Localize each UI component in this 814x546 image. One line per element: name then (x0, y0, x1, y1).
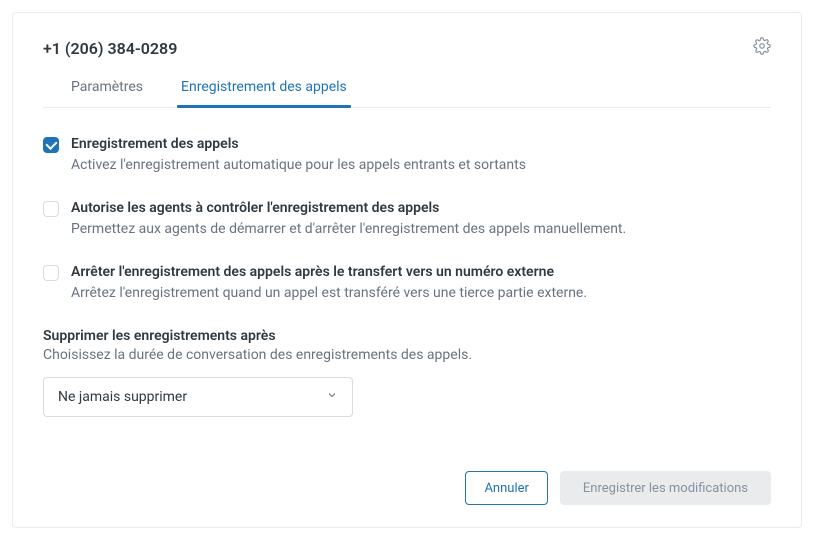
retention-select[interactable]: Ne jamais supprimer (43, 377, 353, 417)
checkbox-enregistrement[interactable] (43, 137, 59, 153)
option-body: Arrêter l'enregistrement des appels aprè… (71, 264, 771, 304)
option-arreter-transfert: Arrêter l'enregistrement des appels aprè… (43, 264, 771, 304)
panel-header: +1 (206) 384-0289 (43, 37, 771, 59)
checkbox-agents-controle[interactable] (43, 201, 59, 217)
option-desc: Permettez aux agents de démarrer et d'ar… (71, 219, 771, 240)
option-body: Enregistrement des appels Activez l'enre… (71, 136, 771, 176)
tabs: Paramètres Enregistrement des appels (43, 79, 771, 108)
footer-actions: Annuler Enregistrer les modifications (43, 471, 771, 505)
save-button[interactable]: Enregistrer les modifications (560, 471, 771, 505)
chevron-down-icon (326, 389, 338, 405)
tab-content: Enregistrement des appels Activez l'enre… (43, 108, 771, 505)
option-title: Autorise les agents à contrôler l'enregi… (71, 200, 771, 216)
option-title: Arrêter l'enregistrement des appels aprè… (71, 264, 771, 280)
retention-selected-value: Ne jamais supprimer (58, 389, 187, 405)
tab-enregistrement[interactable]: Enregistrement des appels (177, 79, 351, 107)
option-desc: Arrêtez l'enregistrement quand un appel … (71, 283, 771, 304)
option-agents-controle: Autorise les agents à contrôler l'enregi… (43, 200, 771, 240)
phone-number-title: +1 (206) 384-0289 (43, 39, 177, 58)
option-enregistrement: Enregistrement des appels Activez l'enre… (43, 136, 771, 176)
settings-panel: +1 (206) 384-0289 Paramètres Enregistrem… (12, 12, 802, 528)
option-title: Enregistrement des appels (71, 136, 771, 152)
tab-parametres[interactable]: Paramètres (67, 79, 147, 107)
option-body: Autorise les agents à contrôler l'enregi… (71, 200, 771, 240)
cancel-button[interactable]: Annuler (465, 471, 547, 505)
checkbox-arreter-transfert[interactable] (43, 265, 59, 281)
retention-label: Supprimer les enregistrements après (43, 328, 771, 344)
gear-icon[interactable] (753, 37, 771, 59)
option-desc: Activez l'enregistrement automatique pou… (71, 155, 771, 176)
retention-desc: Choisissez la durée de conversation des … (43, 347, 771, 363)
